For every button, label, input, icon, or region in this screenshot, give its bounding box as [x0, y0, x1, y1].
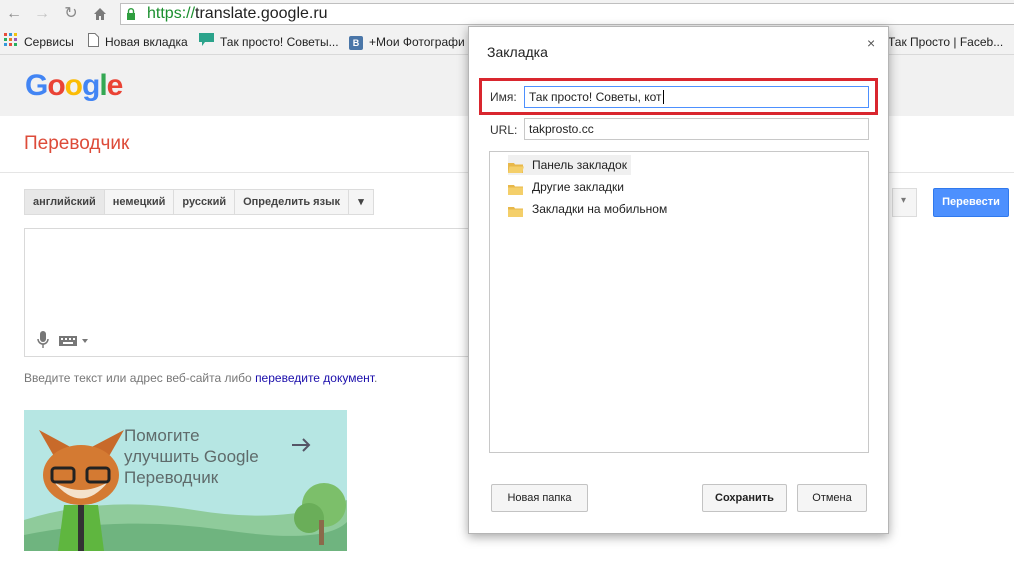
source-language-bar: английский немецкий русский Определить я…: [24, 189, 374, 215]
cancel-button[interactable]: Отмена: [797, 484, 867, 512]
page-icon: [88, 33, 99, 52]
dialog-title: Закладка: [487, 44, 548, 60]
address-bar[interactable]: https://translate.google.ru: [120, 3, 1014, 25]
lang-english-button[interactable]: английский: [24, 189, 105, 215]
source-text-area[interactable]: [24, 228, 494, 357]
apps-grid-icon: [4, 33, 18, 52]
folder-icon: [508, 204, 524, 217]
folder-tree[interactable]: Панель закладок Другие закладки Закладки…: [489, 151, 869, 453]
url-label: URL:: [490, 123, 518, 137]
name-label: Имя:: [490, 90, 517, 104]
folder-bookmarks-bar[interactable]: Панель закладок: [508, 155, 631, 175]
detect-language-button[interactable]: Определить язык: [234, 189, 349, 215]
bookmark-new-tab[interactable]: Новая вкладка: [88, 33, 188, 51]
page-title: Переводчик: [24, 133, 130, 154]
folder-icon: [508, 182, 524, 195]
folder-other-bookmarks[interactable]: Другие закладки: [508, 177, 624, 197]
save-button[interactable]: Сохранить: [702, 484, 787, 512]
new-folder-button[interactable]: Новая папка: [491, 484, 588, 512]
home-icon[interactable]: [90, 4, 110, 24]
community-banner[interactable]: Помогите улучшить Google Переводчик: [24, 410, 347, 551]
bookmark-services[interactable]: Сервисы: [4, 33, 74, 51]
chevron-down-icon[interactable]: ▾: [347, 189, 374, 215]
text-cursor: [662, 90, 664, 104]
target-language-dropdown[interactable]: ▾: [892, 188, 917, 217]
bookmark-takprosto[interactable]: Так просто! Советы...: [199, 33, 339, 51]
close-icon[interactable]: ×: [867, 35, 875, 51]
folder-mobile-bookmarks[interactable]: Закладки на мобильном: [508, 199, 667, 219]
bookmark-url-input[interactable]: takprosto.cc: [524, 118, 869, 140]
reload-icon[interactable]: ↻: [61, 4, 81, 24]
browser-toolbar: ← → ↻ https://translate.google.ru: [0, 0, 1014, 29]
banner-text: Помогите улучшить Google Переводчик: [124, 426, 259, 487]
translate-button[interactable]: Перевести: [933, 188, 1009, 217]
url-text: https://translate.google.ru: [147, 5, 328, 22]
bookmark-facebook[interactable]: Так Просто | Faceb...: [888, 33, 1003, 51]
chevron-down-icon: ▾: [901, 195, 907, 206]
lang-russian-button[interactable]: русский: [173, 189, 236, 215]
microphone-icon[interactable]: [37, 331, 49, 352]
lang-german-button[interactable]: немецкий: [103, 189, 175, 215]
bookmark-dialog: Закладка × Имя: Так просто! Советы, кот …: [468, 26, 889, 534]
translate-document-link[interactable]: переведите документ: [255, 371, 374, 385]
lock-icon: [127, 8, 135, 20]
google-logo[interactable]: Google: [25, 69, 123, 103]
input-hint: Введите текст или адрес веб-сайта либо п…: [24, 371, 378, 385]
bookmark-name-input[interactable]: Так просто! Советы, кот: [524, 86, 869, 108]
back-arrow-icon[interactable]: ←: [4, 4, 24, 24]
chat-bubble-icon: [199, 33, 214, 52]
bookmark-vk-photos[interactable]: B +Мои Фотографи: [349, 33, 465, 51]
vk-icon: B: [349, 35, 363, 50]
forward-arrow-icon[interactable]: →: [32, 4, 52, 24]
folder-open-icon: [508, 160, 524, 173]
keyboard-icon[interactable]: [59, 335, 89, 350]
